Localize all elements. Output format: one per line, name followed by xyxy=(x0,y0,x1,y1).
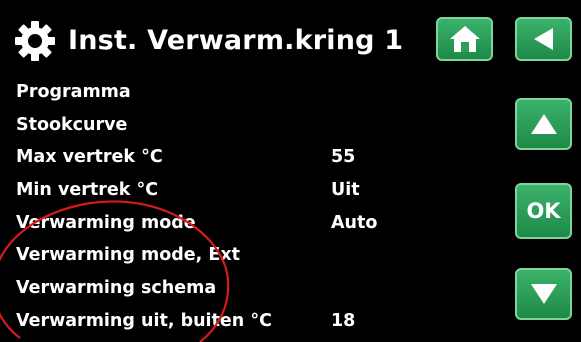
menu-item-verwarming-schema[interactable]: Verwarming schema xyxy=(16,274,506,307)
menu-item-label: Verwarming mode, Ext xyxy=(16,245,241,266)
menu-item-max-vertrek[interactable]: Max vertrek °C 55 xyxy=(16,143,506,176)
ok-label: OK xyxy=(526,199,561,223)
home-button[interactable] xyxy=(436,17,493,61)
menu-item-value: Uit xyxy=(331,180,360,201)
menu-item-label: Programma xyxy=(16,82,131,102)
menu-item-label: Verwarming schema xyxy=(16,278,217,299)
arrow-down-icon xyxy=(530,284,557,304)
arrow-up-icon xyxy=(530,114,557,134)
menu-item-label: Verwarming mode xyxy=(16,212,196,233)
menu-item-min-vertrek[interactable]: Min vertrek °C Uit xyxy=(16,176,506,209)
back-button[interactable] xyxy=(515,17,572,61)
gear-icon xyxy=(15,21,55,61)
page-title: Inst. Verwarm.kring 1 xyxy=(68,25,404,56)
menu-item-label: Stookcurve xyxy=(16,114,128,135)
home-icon xyxy=(449,26,480,52)
menu-item-label: Max vertrek °C xyxy=(16,147,163,168)
menu-item-value: Auto xyxy=(331,212,378,233)
title-bar: Inst. Verwarm.kring 1 xyxy=(0,0,581,80)
menu-item-label: Verwarming uit, buiten °C xyxy=(16,310,272,331)
menu-item-verwarming-mode-ext[interactable]: Verwarming mode, Ext xyxy=(16,241,506,274)
scroll-up-button[interactable] xyxy=(515,98,572,150)
menu-item-value: 55 xyxy=(331,147,356,168)
menu-item-stookcurve[interactable]: Stookcurve xyxy=(16,111,506,144)
menu-item-verwarming-uit-buiten[interactable]: Verwarming uit, buiten °C 18 xyxy=(16,307,506,340)
menu-item-programma[interactable]: Programma xyxy=(16,78,506,111)
menu-item-verwarming-mode[interactable]: Verwarming mode Auto xyxy=(16,209,506,242)
back-arrow-icon xyxy=(533,28,553,50)
ok-button[interactable]: OK xyxy=(515,183,572,239)
menu-item-label: Min vertrek °C xyxy=(16,180,159,201)
scroll-down-button[interactable] xyxy=(515,268,572,320)
settings-menu: Programma Stookcurve Max vertrek °C 55 M… xyxy=(16,78,506,340)
menu-item-value: 18 xyxy=(331,310,356,331)
